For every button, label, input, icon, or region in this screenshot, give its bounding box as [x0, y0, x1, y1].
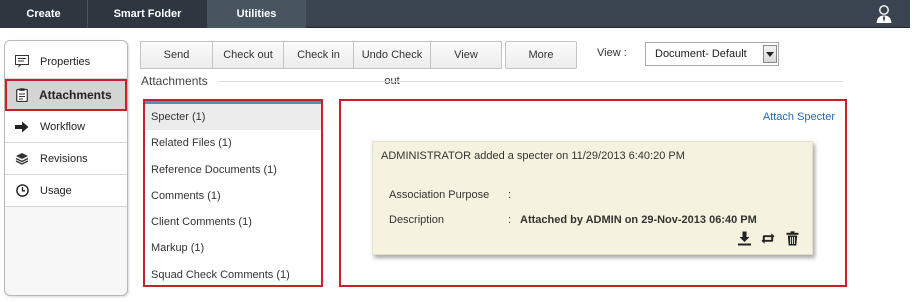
attachment-card: ADMINISTRATOR added a specter on 11/29/2… — [372, 141, 813, 255]
action-toolbar: Send Check out Check in Undo Check out V… — [140, 41, 577, 87]
section-divider — [218, 81, 843, 82]
replace-icon[interactable] — [760, 230, 776, 246]
view-select[interactable]: Document- Default — [645, 42, 779, 66]
section-title: Attachments — [141, 74, 208, 88]
description-value: Attached by ADMIN on 29-Nov-2013 06:40 P… — [520, 214, 757, 226]
attachment-actions — [736, 230, 800, 246]
list-item-comments[interactable]: Comments (1) — [145, 183, 321, 209]
description-label: Description — [389, 214, 445, 226]
sidebar-item-label: Usage — [40, 184, 72, 197]
top-menu: Create Smart Folder Utilities — [0, 0, 306, 28]
menu-smart-folder[interactable]: Smart Folder — [88, 0, 208, 28]
sidebar-item-label: Properties — [40, 55, 91, 68]
attachment-type-list: Specter (1) Related Files (1) Reference … — [143, 99, 323, 287]
list-item-markup[interactable]: Markup (1) — [145, 235, 321, 261]
view-button[interactable]: View — [430, 41, 502, 69]
clock-icon — [15, 184, 29, 198]
download-icon[interactable] — [736, 230, 752, 246]
sidebar-item-revisions[interactable]: Revisions — [5, 143, 127, 175]
sidebar-item-properties[interactable]: Properties — [5, 41, 127, 79]
list-item-related-files[interactable]: Related Files (1) — [145, 130, 321, 156]
sidebar-item-workflow[interactable]: Workflow — [5, 111, 127, 143]
list-item-client-comments[interactable]: Client Comments (1) — [145, 209, 321, 235]
check-out-button[interactable]: Check out — [212, 41, 284, 69]
properties-icon — [15, 55, 29, 69]
attachment-details-panel: Attach Specter ADMINISTRATOR added a spe… — [339, 99, 847, 287]
list-item-specter[interactable]: Specter (1) — [145, 104, 321, 131]
undo-check-out-button[interactable]: Undo Check out — [353, 41, 431, 87]
list-item-reference-documents[interactable]: Reference Documents (1) — [145, 157, 321, 183]
view-label: View : — [597, 47, 627, 59]
sidebar-item-label: Workflow — [40, 120, 86, 133]
sidebar-item-attachments[interactable]: Attachments — [5, 79, 127, 111]
user-icon[interactable] — [874, 4, 894, 24]
menu-utilities[interactable]: Utilities — [208, 0, 306, 28]
top-bar: Create Smart Folder Utilities — [0, 0, 910, 28]
more-button[interactable]: More — [505, 41, 577, 69]
sidebar: Properties Attachments Workflow Revision… — [4, 40, 128, 296]
description-row: Description: Attached by ADMIN on 29-Nov-… — [389, 214, 757, 226]
sidebar-item-label: Revisions — [40, 152, 88, 165]
menu-create[interactable]: Create — [0, 0, 88, 28]
list-item-squad-check-comments[interactable]: Squad Check Comments (1) — [145, 262, 321, 285]
sidebar-item-label: Attachments — [39, 87, 112, 102]
association-purpose-label: Association Purpose — [389, 189, 490, 201]
association-purpose-row: Association Purpose: — [389, 189, 520, 201]
colon: : — [508, 214, 512, 226]
sidebar-item-usage[interactable]: Usage — [5, 175, 127, 207]
attachment-card-header: ADMINISTRATOR added a specter on 11/29/2… — [381, 150, 685, 162]
check-in-button[interactable]: Check in — [283, 41, 354, 69]
chevron-down-icon[interactable] — [763, 45, 777, 63]
view-select-value: Document- Default — [655, 48, 747, 60]
send-button[interactable]: Send — [140, 41, 213, 69]
colon: : — [508, 189, 512, 201]
clipboard-icon — [15, 87, 29, 102]
stack-icon — [15, 152, 29, 166]
trash-icon[interactable] — [784, 230, 800, 246]
attach-specter-link[interactable]: Attach Specter — [763, 111, 835, 123]
arrow-right-icon — [15, 120, 29, 134]
